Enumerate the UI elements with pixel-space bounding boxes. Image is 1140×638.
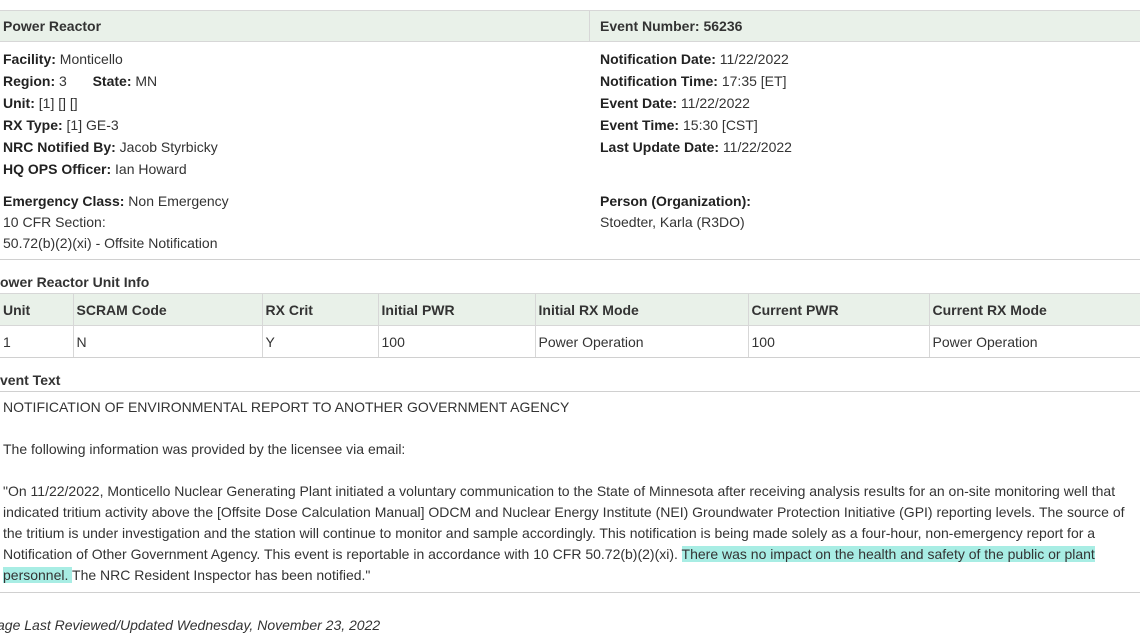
table-cell: 100 [378,325,536,358]
cfr-section-value: 50.72(b)(2)(xi) - Offsite Notification [3,235,218,251]
facility-value: Monticello [59,51,123,67]
header-divider [589,11,590,41]
last-update-value: 11/22/2022 [722,139,792,155]
divider [0,391,1140,392]
cfr-section-label: 10 CFR Section: [3,214,106,230]
notification-time-row: Notification Time: 17:35 [ET] [600,73,787,89]
column-header: Current PWR [748,293,930,326]
event-date-row: Event Date: 11/22/2022 [600,95,750,111]
divider [0,259,1140,260]
region-value: 3 [59,73,67,89]
table-cell: Y [262,325,379,358]
table-header-row: Unit SCRAM Code RX Crit Initial PWR Init… [0,293,1140,326]
event-text-heading: NOTIFICATION OF ENVIRONMENTAL REPORT TO … [3,399,570,415]
column-header: SCRAM Code [73,293,263,326]
event-text-title: vent Text [0,372,61,388]
notification-date-row: Notification Date: 11/22/2022 [600,51,789,67]
person-value: Stoedter, Karla (R3DO) [600,214,745,230]
event-number-label: Event Number: [600,18,700,34]
rx-type-row: RX Type: [1] GE-3 [3,117,119,133]
page-last-reviewed: age Last Reviewed/Updated Wednesday, Nov… [0,617,381,633]
column-header: Initial RX Mode [535,293,749,326]
unit-info-title: ower Reactor Unit Info [0,274,150,290]
event-text-intro: The following information was provided b… [3,441,406,457]
notification-date-value: 11/22/2022 [719,51,789,67]
table-cell: 100 [748,325,930,358]
emergency-class-row: Emergency Class: Non Emergency [3,193,229,209]
event-time-value: 15:30 [CST] [683,117,758,133]
event-number-value: 56236 [703,18,743,34]
facility-row: Facility: Monticello [3,51,123,67]
table-cell: N [73,325,263,358]
nrc-notified-row: NRC Notified By: Jacob Styrbicky [3,139,218,155]
state-value: MN [135,73,158,89]
notification-time-value: 17:35 [ET] [721,73,787,89]
column-header: RX Crit [262,293,379,326]
report-type-title: Power Reactor [3,18,102,34]
event-time-row: Event Time: 15:30 [CST] [600,117,758,133]
region-state-row: Region: 3 State: MN [3,73,158,89]
table-cell: Power Operation [535,325,749,358]
hq-ops-row: HQ OPS Officer: Ian Howard [3,161,187,177]
person-label: Person (Organization): [600,193,751,209]
event-text-body: NOTIFICATION OF ENVIRONMENTAL REPORT TO … [3,397,1133,586]
column-header: Unit [0,293,74,326]
emergency-class-value: Non Emergency [128,193,229,209]
unit-value: [1] [] [] [38,95,78,111]
column-header: Initial PWR [378,293,536,326]
last-update-row: Last Update Date: 11/22/2022 [600,139,792,155]
hq-ops-value: Ian Howard [115,161,187,177]
event-number: Event Number: 56236 [600,11,742,41]
table-cell: 1 [0,325,74,358]
event-date-value: 11/22/2022 [680,95,750,111]
divider [0,592,1140,593]
nrc-notified-value: Jacob Styrbicky [119,139,218,155]
report-header-row: Power Reactor Event Number: 56236 [0,10,1140,42]
column-header: Current RX Mode [929,293,1140,326]
event-text-narrative: "On 11/22/2022, Monticello Nuclear Gener… [3,483,1125,583]
rx-type-value: [1] GE-3 [66,117,119,133]
table-cell: Power Operation [929,325,1140,358]
table-row: 1 N Y 100 Power Operation 100 Power Oper… [0,325,1140,358]
unit-row: Unit: [1] [] [] [3,95,78,111]
unit-info-table: Unit SCRAM Code RX Crit Initial PWR Init… [0,293,1140,358]
